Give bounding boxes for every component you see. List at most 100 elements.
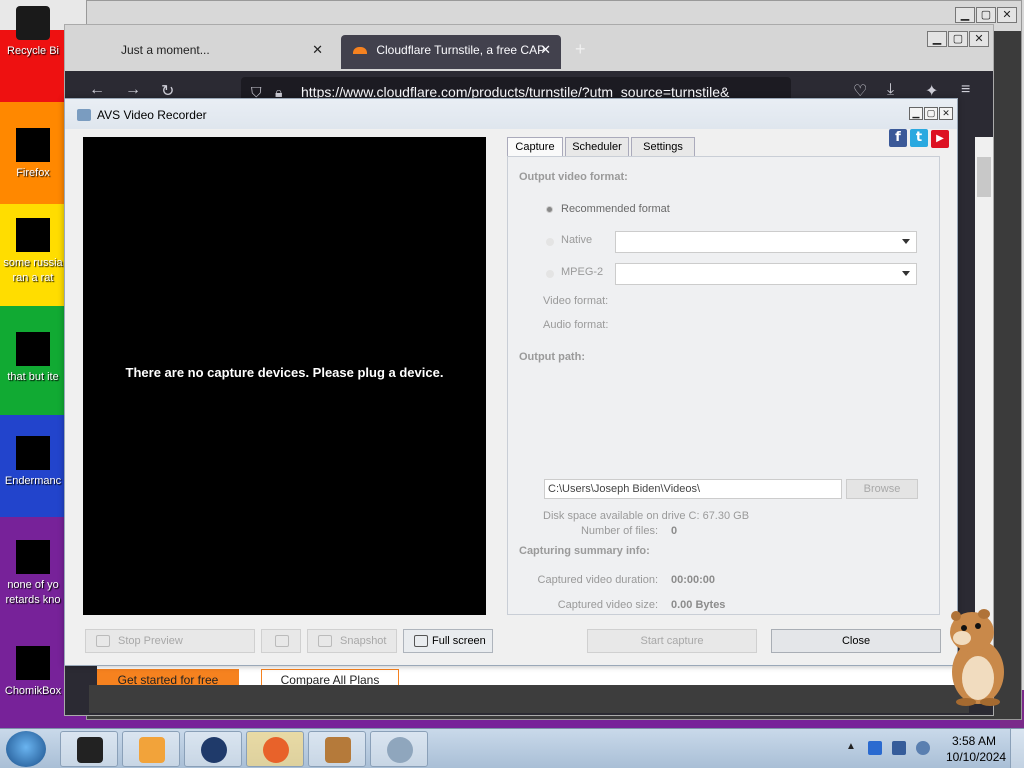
full-screen-label: Full screen [432, 635, 486, 647]
file-icon [16, 540, 50, 574]
avs-video-recorder-dialog[interactable]: AVS Video Recorder ▁ ▢ ✕ f t ▶ There are no … [64, 98, 958, 666]
desktop-icon-endermanch[interactable]: Endermanc [0, 436, 66, 489]
stop-preview-icon [96, 635, 110, 647]
desktop-icon-some-russia[interactable]: some russia ran a rat [0, 218, 66, 286]
close-button[interactable]: ✕ [997, 7, 1017, 23]
youtube-icon[interactable]: ▶ [931, 130, 949, 148]
chevron-down-icon [902, 239, 910, 244]
webcam-icon [387, 737, 413, 763]
maximize-button[interactable]: ▢ [948, 31, 968, 47]
trash-icon [77, 737, 103, 763]
output-path-heading: Output path: [519, 351, 585, 363]
start-button[interactable] [6, 731, 46, 767]
minimize-button[interactable]: ▁ [955, 7, 975, 23]
native-format-select[interactable] [615, 231, 917, 253]
minimize-button[interactable]: ▁ [927, 31, 947, 47]
maximize-button[interactable]: ▢ [976, 7, 996, 23]
tray-app-icon[interactable] [868, 741, 882, 755]
taskbar-item-avs-recorder[interactable] [370, 731, 428, 767]
firefox-icon [16, 128, 50, 162]
file-icon [16, 218, 50, 252]
cloudflare-icon [353, 47, 367, 54]
recommended-format-radio[interactable] [546, 206, 553, 213]
media-player-icon [139, 737, 165, 763]
chomikbox-icon [325, 737, 351, 763]
taskbar-item-chomikbox[interactable] [308, 731, 366, 767]
page-scrollbar[interactable] [975, 137, 993, 677]
mpeg2-format-select[interactable] [615, 263, 917, 285]
maximize-button[interactable]: ▢ [924, 107, 938, 120]
start-capture-button[interactable]: Start capture [587, 629, 757, 653]
video-format-label: Video format: [543, 295, 609, 307]
clock-time: 3:58 AM [951, 734, 997, 748]
downloads-icon[interactable]: ⤓ [887, 81, 894, 99]
desktop-icon-label: ChomikBox [4, 685, 62, 697]
twitter-icon[interactable]: t [910, 129, 928, 147]
tray-expand-icon[interactable]: ▲ [846, 741, 856, 752]
firefox-window-controls: ▁ ▢ ✕ [926, 31, 989, 47]
avs-app-icon [77, 109, 91, 121]
tray-clock[interactable]: 3:58 AM 10/10/2024 [946, 733, 1007, 765]
menu-icon[interactable]: ≡ [961, 81, 970, 99]
close-button[interactable]: ✕ [939, 107, 953, 120]
desktop-icon-label: Firefox [16, 167, 50, 179]
facebook-icon[interactable]: f [889, 129, 907, 147]
taskbar-item-globe[interactable] [184, 731, 242, 767]
desktop-icon-firefox[interactable]: Firefox [0, 128, 66, 181]
recommended-format-label: Recommended format [561, 203, 670, 215]
recycle-bin-icon [16, 6, 50, 40]
desktop-icon-label: that but ite [7, 371, 59, 383]
forward-icon[interactable]: → [125, 81, 141, 99]
size-label: Captured video size: [557, 599, 658, 611]
taskbar-item-firefox[interactable] [246, 731, 304, 767]
tab-just-a-moment[interactable]: Just a moment... ✕ [109, 35, 333, 69]
new-tab-button[interactable]: + [575, 39, 586, 60]
desktop-icon-that-but[interactable]: that but ite [0, 332, 66, 385]
video-preview-area: There are no capture devices. Please plu… [83, 137, 486, 615]
snapshot-button[interactable]: Snapshot [307, 629, 397, 653]
tab-capture[interactable]: Capture [507, 137, 563, 157]
back-icon[interactable]: ← [89, 81, 105, 99]
taskbar-item-media[interactable] [122, 731, 180, 767]
tab-scheduler[interactable]: Scheduler [565, 137, 629, 157]
size-value: 0.00 Bytes [671, 599, 726, 611]
tab-settings[interactable]: Settings [631, 137, 695, 157]
native-label: Native [561, 234, 593, 246]
globe-icon [201, 737, 227, 763]
chevron-down-icon [902, 271, 910, 276]
mpeg2-label: MPEG-2 [561, 266, 604, 278]
network-icon[interactable] [892, 741, 906, 755]
desktop-icon-none-of-you[interactable]: none of yo retards kno [0, 540, 66, 608]
show-desktop-button[interactable] [1010, 729, 1024, 768]
dialog-titlebar[interactable]: AVS Video Recorder ▁ ▢ ✕ [65, 99, 957, 129]
stop-preview-button[interactable]: Stop Preview [85, 629, 255, 653]
tab-close-icon[interactable]: ✕ [540, 35, 551, 65]
tab-cloudflare-turnstile[interactable]: Cloudflare Turnstile, a free CAP ✕ [341, 35, 561, 69]
scrollbar-thumb[interactable] [977, 157, 991, 197]
speaker-icon [275, 635, 289, 647]
disk-space-text: Disk space available on drive C: 67.30 G… [543, 510, 750, 522]
close-button[interactable]: ✕ [969, 31, 989, 47]
audio-button[interactable] [261, 629, 301, 653]
minimize-button[interactable]: ▁ [909, 107, 923, 120]
social-links: f t ▶ [886, 129, 949, 148]
native-radio[interactable] [546, 238, 554, 246]
close-dialog-button[interactable]: Close [771, 629, 941, 653]
output-path-input[interactable]: C:\Users\Joseph Biden\Videos\ [544, 479, 842, 499]
camera-icon [318, 635, 332, 647]
dialog-title: AVS Video Recorder [97, 108, 207, 122]
full-screen-button[interactable]: Full screen [403, 629, 493, 653]
hamster-mascot [950, 609, 1004, 706]
browse-button[interactable]: Browse [846, 479, 918, 499]
taskbar-item-recycle[interactable] [60, 731, 118, 767]
output-format-heading: Output video format: [519, 171, 628, 183]
duration-label: Captured video duration: [537, 574, 658, 586]
tab-close-icon[interactable]: ✕ [312, 35, 323, 65]
volume-icon[interactable] [916, 741, 930, 755]
clock-date: 10/10/2024 [946, 750, 1007, 764]
desktop-icon-label: Endermanc [4, 475, 62, 487]
desktop-icon-chomikbox[interactable]: ChomikBox [0, 646, 66, 699]
mpeg2-radio[interactable] [546, 270, 554, 278]
taskbar: ▲ 3:58 AM 10/10/2024 [0, 728, 1024, 768]
desktop-icon-recycle-bin[interactable]: Recycle Bi [0, 6, 66, 59]
